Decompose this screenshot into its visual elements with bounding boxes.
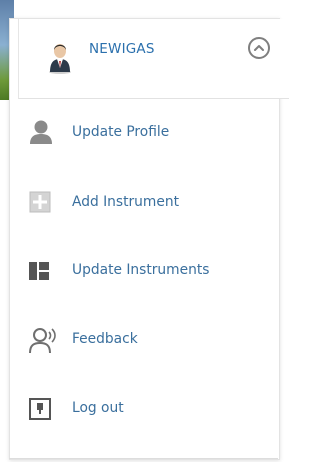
menu-item-log-out[interactable]: Log out xyxy=(9,378,278,438)
menu-label-add-instrument: Add Instrument xyxy=(72,194,180,210)
menu-label-feedback: Feedback xyxy=(72,331,138,347)
menu-label-update-instruments: Update Instruments xyxy=(72,262,210,278)
add-square-icon xyxy=(29,191,51,217)
username-label: NEWIGAS xyxy=(89,41,155,57)
menu-label-log-out: Log out xyxy=(72,400,124,416)
menu-item-update-instruments[interactable]: Update Instruments xyxy=(9,240,278,300)
panel-bottom-divider xyxy=(9,458,278,459)
user-silhouette-icon xyxy=(29,119,53,149)
dashboard-tiles-icon xyxy=(29,262,49,284)
menu-item-add-instrument[interactable]: Add Instrument xyxy=(9,172,278,232)
speaking-person-icon xyxy=(29,326,59,358)
menu-item-update-profile[interactable]: Update Profile xyxy=(9,104,278,164)
menu-label-update-profile: Update Profile xyxy=(72,124,170,140)
collapse-chevron-up-icon[interactable] xyxy=(248,37,270,59)
logout-box-icon xyxy=(29,398,51,424)
user-header[interactable]: NEWIGAS xyxy=(18,19,289,99)
menu-item-feedback[interactable]: Feedback xyxy=(9,309,278,369)
user-avatar-icon xyxy=(47,38,73,74)
